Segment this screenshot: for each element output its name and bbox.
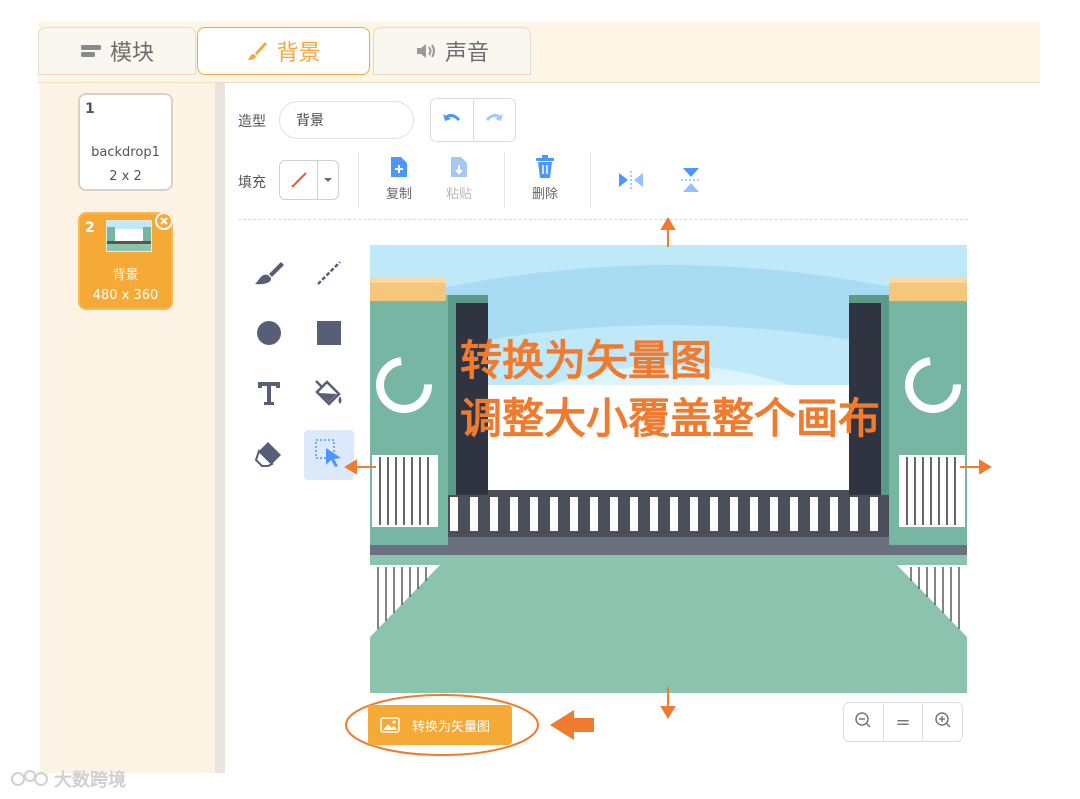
zoom-in-icon — [934, 711, 952, 734]
tab-backdrops-label: 背景 — [276, 41, 321, 66]
editor-tab-bar: 模块 背景 声音 — [38, 22, 1040, 83]
backdrop-name: 背景 — [112, 268, 139, 283]
speaker-icon — [415, 42, 437, 60]
undo-button[interactable] — [431, 99, 474, 141]
backdrop-thumbnail-2[interactable]: 2 背景 480 x 360 — [78, 212, 173, 310]
delete-label: 删除 — [531, 187, 558, 202]
brush-icon — [253, 259, 285, 291]
backdrop-size: 2 x 2 — [109, 169, 142, 184]
toolbar-divider — [358, 152, 359, 208]
costume-label: 造型 — [238, 114, 266, 130]
image-icon — [380, 717, 400, 733]
code-blocks-icon — [80, 43, 102, 59]
paste-button[interactable]: 粘贴 — [434, 155, 484, 202]
fill-label: 填充 — [238, 175, 266, 191]
flip-horizontal-button[interactable] — [617, 170, 645, 194]
zoom-in-button[interactable] — [923, 703, 962, 741]
zoom-controls: = — [843, 702, 963, 742]
watermark-text: 大数跨境 — [54, 770, 126, 791]
toolbar-divider — [590, 152, 591, 208]
fill-color-picker[interactable] — [279, 160, 339, 200]
circle-tool[interactable] — [245, 311, 293, 359]
delete-backdrop-icon[interactable] — [155, 212, 173, 230]
chevron-down-icon — [318, 161, 338, 199]
trash-icon — [520, 155, 570, 183]
paintbrush-icon — [246, 40, 268, 62]
undo-redo-group — [430, 98, 516, 142]
undo-icon — [442, 111, 462, 130]
resize-arrows — [344, 217, 992, 719]
fill-swatch-icon — [280, 161, 318, 199]
redo-icon — [484, 111, 504, 130]
backdrop-list: 1 backdrop1 2 x 2 2 背景 480 x 360 — [40, 83, 215, 773]
panel-divider — [215, 83, 225, 773]
tab-code-label: 模块 — [109, 41, 154, 66]
backdrop-thumbnail-1[interactable]: 1 backdrop1 2 x 2 — [78, 93, 173, 191]
copy-icon — [374, 155, 424, 183]
tab-sounds[interactable]: 声音 — [373, 27, 531, 75]
watermark-logo-icon — [10, 768, 50, 790]
costume-name-input[interactable]: 背景 — [279, 101, 414, 139]
backdrop-number: 2 — [85, 220, 95, 236]
tab-backdrops[interactable]: 背景 — [197, 27, 370, 75]
flip-horizontal-icon — [617, 171, 645, 194]
backdrop-size: 480 x 360 — [92, 288, 159, 303]
circle-icon — [256, 320, 282, 350]
convert-to-vector-button[interactable]: 转换为矢量图 — [368, 705, 512, 745]
copy-label: 复制 — [385, 187, 412, 202]
backdrop-number: 1 — [85, 101, 95, 117]
flip-vertical-icon — [680, 168, 702, 198]
eraser-tool[interactable] — [245, 431, 293, 479]
flip-vertical-button[interactable] — [680, 166, 702, 198]
toolbar-divider — [504, 152, 505, 208]
copy-button[interactable]: 复制 — [374, 155, 424, 202]
text-tool[interactable] — [245, 371, 293, 419]
eraser-icon — [254, 439, 284, 471]
zoom-out-button[interactable] — [844, 703, 884, 741]
zoom-out-icon — [854, 711, 872, 734]
watermark: 大数跨境 — [10, 766, 126, 792]
tab-code[interactable]: 模块 — [38, 27, 196, 75]
paste-icon — [434, 155, 484, 183]
delete-button[interactable]: 删除 — [520, 155, 570, 202]
zoom-reset-button[interactable]: = — [884, 703, 924, 741]
tab-sounds-label: 声音 — [444, 41, 489, 66]
paste-label: 粘贴 — [445, 187, 472, 202]
redo-button[interactable] — [473, 99, 515, 141]
convert-to-vector-label: 转换为矢量图 — [412, 719, 491, 735]
backdrop-preview-image — [106, 220, 152, 252]
zoom-reset-label: = — [895, 711, 911, 733]
backdrop-name: backdrop1 — [91, 145, 160, 160]
brush-tool[interactable] — [245, 251, 293, 299]
text-icon — [256, 380, 282, 410]
